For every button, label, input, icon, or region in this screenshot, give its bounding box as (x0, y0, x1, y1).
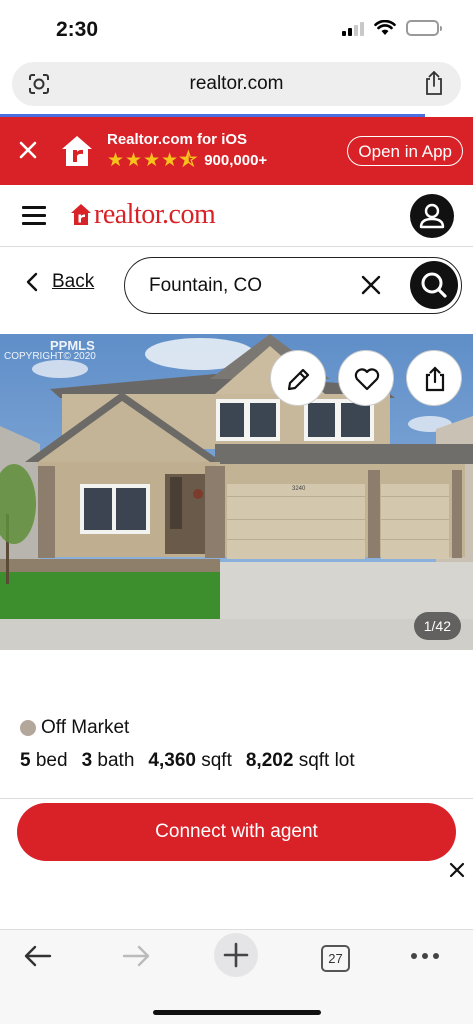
watermark-brand: PPMLS (50, 338, 95, 353)
plus-icon (223, 942, 249, 968)
back-link[interactable]: Back (26, 271, 94, 293)
account-button[interactable] (410, 194, 454, 238)
close-banner-icon[interactable] (18, 140, 38, 160)
listing-facts: 5 bed 3 bath 4,360 sqft 8,202 sqft lot (20, 750, 355, 772)
house-photo: 3240 (0, 334, 473, 650)
address-bar[interactable]: realtor.com (12, 62, 461, 106)
star-icon: ★ (161, 150, 179, 171)
search-button[interactable] (410, 261, 458, 309)
heart-icon (354, 368, 380, 391)
site-header: realtor.com (0, 185, 473, 247)
menu-icon[interactable] (22, 206, 46, 225)
divider (0, 798, 473, 799)
status-time: 2:30 (56, 18, 99, 41)
mls-watermark: PPMLS COPYRIGHT© 2020 (4, 338, 96, 362)
lot-fact: 8,202 sqft lot (245, 750, 355, 771)
photo-counter: 1/42 (413, 612, 461, 640)
connect-with-agent-button[interactable]: Connect with agent (17, 803, 456, 861)
star-icon: ★ (125, 150, 143, 171)
home-indicator (153, 1010, 321, 1015)
edit-button[interactable] (270, 350, 326, 406)
chevron-left-icon (26, 272, 38, 292)
beds-fact: 5 bed (20, 750, 68, 771)
location-search[interactable] (124, 257, 462, 314)
more-icon[interactable] (410, 952, 440, 960)
rating-count: 900,000+ (204, 152, 268, 169)
open-in-app-button[interactable]: Open in App (347, 136, 463, 166)
share-icon (425, 366, 445, 392)
realtor-app-logo-icon (62, 136, 92, 166)
status-dot-icon (20, 720, 36, 736)
watermark-copyright: COPYRIGHT© 2020 (4, 351, 96, 362)
back-label[interactable]: Back (52, 271, 94, 293)
star-icon: ★ (143, 150, 161, 171)
user-icon (419, 203, 445, 229)
wifi-icon (374, 20, 396, 35)
search-icon (421, 272, 447, 298)
logo-text: realtor.com (94, 199, 216, 230)
app-name: Realtor.com for iOS (107, 131, 248, 148)
new-tab-button[interactable] (214, 933, 258, 977)
star-icon: ★ (107, 150, 125, 171)
pencil-icon (287, 368, 310, 391)
app-rating: ★ ★ ★ ★ ⯪ 900,000+ (107, 151, 267, 170)
cellular-signal-icon (342, 21, 364, 36)
close-icon[interactable] (449, 862, 465, 878)
clear-search-icon[interactable] (361, 275, 381, 295)
battery-icon (406, 20, 442, 36)
realtor-r-icon (71, 204, 91, 225)
listing-status: Off Market (20, 717, 129, 739)
url-domain[interactable]: realtor.com (12, 73, 461, 95)
listing-photo[interactable]: 3240 PPMLS COPYRIGHT© 2020 1/42 (0, 334, 473, 650)
realtor-logo[interactable]: realtor.com (70, 199, 216, 231)
app-banner: Realtor.com for iOS ★ ★ ★ ★ ⯪ 900,000+ O… (0, 117, 473, 185)
tab-switcher-button[interactable]: 27 (321, 945, 350, 972)
baths-fact: 3 bath (81, 750, 135, 771)
back-arrow-icon[interactable] (22, 943, 54, 969)
share-icon[interactable] (423, 70, 445, 96)
sqft-fact: 4,360 sqft (148, 750, 232, 771)
forward-arrow-icon[interactable] (120, 943, 152, 969)
half-star-icon: ⯪ (179, 150, 198, 171)
status-bar: 2:30 (0, 0, 473, 58)
house-number: 3240 (292, 486, 306, 492)
location-search-input[interactable] (149, 272, 349, 300)
status-label: Off Market (41, 717, 130, 738)
share-listing-button[interactable] (406, 350, 462, 406)
save-favorite-button[interactable] (338, 350, 394, 406)
